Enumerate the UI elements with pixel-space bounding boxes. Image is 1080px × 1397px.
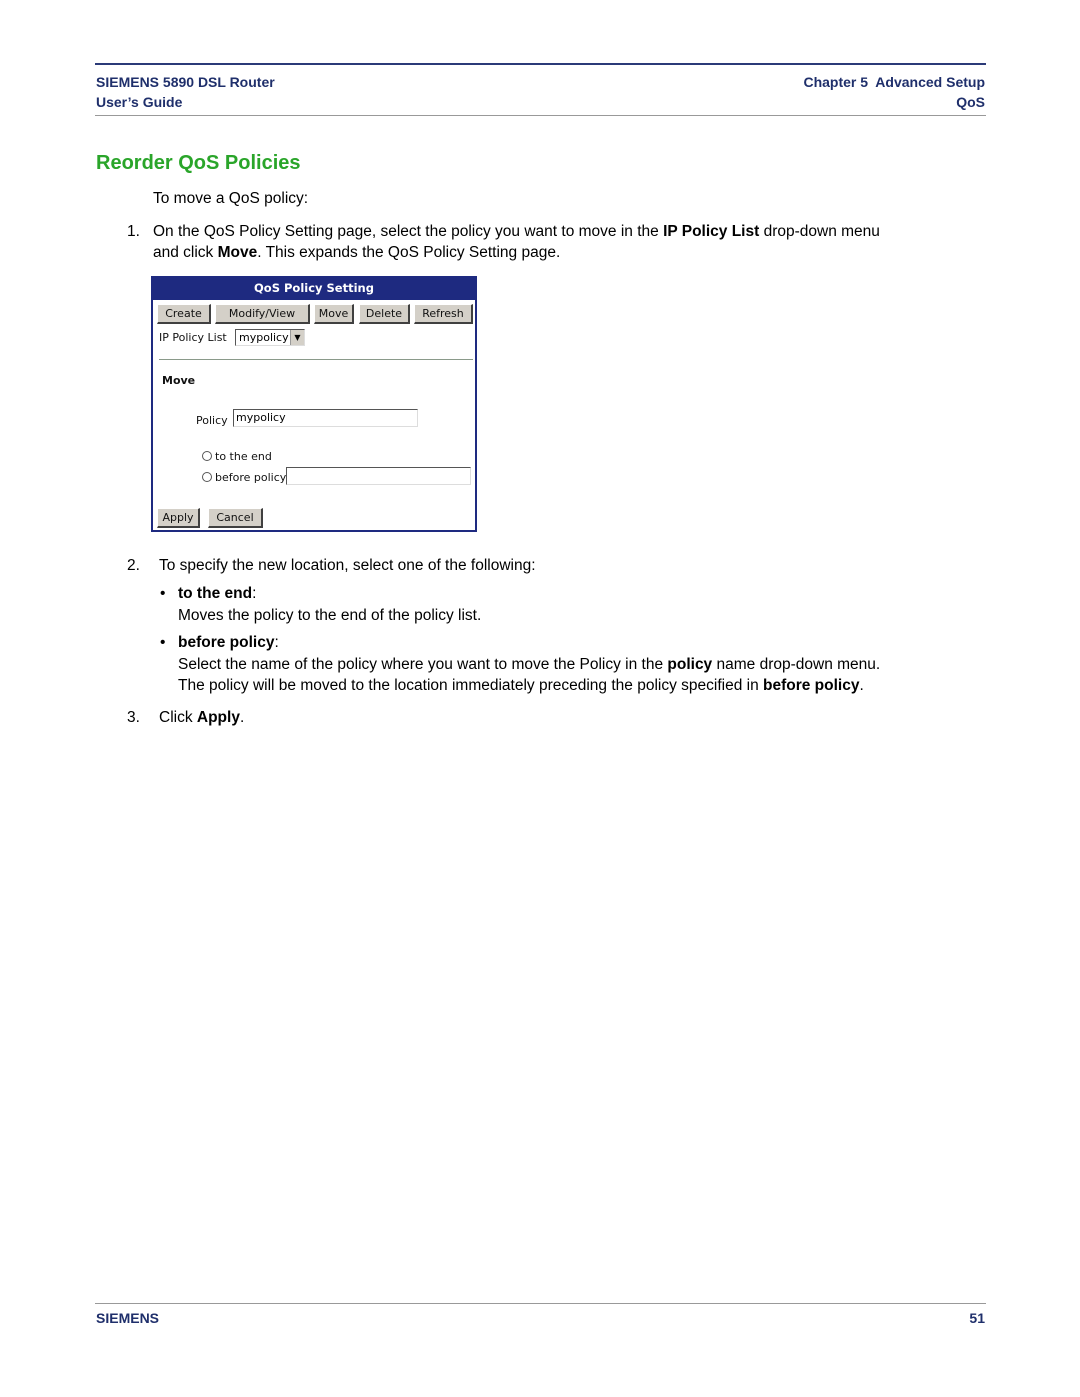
bold-term: policy (667, 656, 713, 673)
bullet-desc-line1: Select the name of the policy where you … (178, 654, 880, 675)
text-run: Select the name of the policy where you … (178, 656, 668, 673)
chevron-down-icon[interactable]: ▼ (290, 330, 304, 345)
footer-rule (95, 1303, 986, 1304)
dialog-divider (159, 359, 473, 360)
to-the-end-label: to the end (215, 450, 272, 463)
step-text: On the QoS Policy Setting page, select t… (153, 221, 880, 242)
apply-button[interactable]: Apply (157, 508, 200, 528)
bullet-icon: • (160, 585, 166, 602)
bold-term: Apply (196, 709, 240, 726)
header-product: SIEMENS 5890 DSL Router (96, 74, 275, 90)
bullet-term: to the end (178, 585, 253, 602)
policy-field[interactable]: mypolicy (233, 409, 418, 427)
header-left: SIEMENS 5890 DSL Router User’s Guide (96, 72, 275, 112)
text-run: The policy will be moved to the location… (178, 677, 763, 694)
text-run: name drop-down menu. (712, 656, 881, 673)
header-bottom-rule (95, 115, 986, 116)
bold-term: before policy (763, 677, 860, 694)
qos-policy-setting-dialog: QoS Policy Setting Create Modify/View Mo… (151, 276, 477, 532)
text-run: . (239, 709, 245, 726)
move-button[interactable]: Move (314, 304, 354, 324)
header-guide: User’s Guide (96, 94, 183, 110)
bold-term: IP Policy List (663, 223, 760, 240)
header-chapter: Chapter 5 Advanced Setup (803, 74, 985, 90)
step-number: 3. (127, 709, 140, 726)
text-run: : (274, 634, 279, 651)
section-title: Reorder QoS Policies (96, 152, 301, 174)
bullet-desc: Moves the policy to the end of the polic… (178, 607, 482, 624)
cancel-button[interactable]: Cancel (208, 508, 263, 528)
text-run: Click (159, 709, 197, 726)
refresh-button[interactable]: Refresh (414, 304, 473, 324)
before-policy-field[interactable] (286, 467, 471, 485)
move-heading: Move (162, 374, 196, 387)
ip-policy-list-label: IP Policy List (159, 331, 227, 344)
text-run: . (859, 677, 864, 694)
to-the-end-radio[interactable] (202, 451, 212, 461)
policy-label: Policy (196, 414, 228, 427)
before-policy-radio[interactable] (202, 472, 212, 482)
create-button[interactable]: Create (157, 304, 211, 324)
bullet-term-line: to the end: (178, 583, 256, 604)
header-top-rule (95, 63, 986, 65)
header-section: QoS (956, 94, 985, 110)
dialog-title: QoS Policy Setting (153, 278, 475, 300)
step-text: Click Apply. (159, 707, 244, 728)
ip-policy-list-value: mypolicy (239, 331, 289, 344)
text-run: drop-down menu (759, 223, 880, 240)
text-run: and click (153, 244, 218, 261)
bold-term: Move (217, 244, 258, 261)
page-number: 51 (969, 1310, 985, 1326)
intro-text: To move a QoS policy: (153, 190, 309, 207)
bullet-term: before policy (178, 634, 275, 651)
header-right: Chapter 5 Advanced Setup QoS (803, 72, 985, 112)
text-run: : (252, 585, 257, 602)
footer-brand: SIEMENS (96, 1310, 160, 1326)
step-text-line2: and click Move. This expands the QoS Pol… (153, 242, 560, 263)
step-number: 1. (127, 223, 140, 240)
ip-policy-list-select[interactable]: mypolicy ▼ (235, 329, 305, 346)
before-policy-label: before policy (215, 471, 287, 484)
step-text: To specify the new location, select one … (159, 557, 536, 574)
delete-button[interactable]: Delete (359, 304, 410, 324)
step-number: 2. (127, 557, 140, 574)
bullet-icon: • (160, 634, 166, 651)
text-run: On the QoS Policy Setting page, select t… (153, 223, 664, 240)
bullet-desc-line2: The policy will be moved to the location… (178, 675, 864, 696)
text-run: . This expands the QoS Policy Setting pa… (257, 244, 561, 261)
modify-view-button[interactable]: Modify/View (215, 304, 310, 324)
bullet-term-line: before policy: (178, 632, 279, 653)
